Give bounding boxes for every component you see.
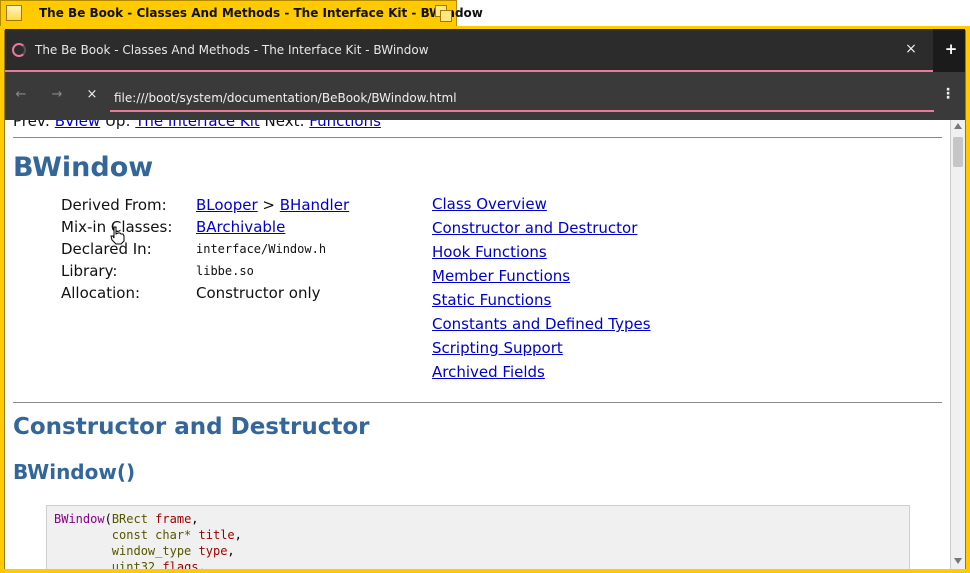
zoom-icon-front bbox=[440, 10, 452, 22]
page-navigation: Prev: BView Up: The Interface Kit Next: … bbox=[13, 120, 381, 130]
declared-value: interface/Window.h bbox=[196, 242, 327, 256]
url-input[interactable] bbox=[110, 86, 934, 112]
section-title: Constructor and Destructor bbox=[13, 414, 370, 440]
stop-button[interactable]: × bbox=[84, 87, 100, 102]
derived-link-blooper[interactable]: BLooper bbox=[196, 196, 258, 214]
toc-link[interactable]: Static Functions bbox=[432, 291, 551, 309]
browser-tab[interactable]: The Be Book - Classes And Methods - The … bbox=[5, 29, 933, 72]
code-type: window_type bbox=[111, 544, 192, 558]
new-tab-button[interactable]: + bbox=[943, 40, 959, 58]
menu-button[interactable]: ⋮ bbox=[941, 86, 955, 102]
allocation-value: Constructor only bbox=[196, 284, 321, 302]
scrollbar-thumb[interactable] bbox=[953, 137, 963, 167]
divider bbox=[13, 402, 942, 403]
code-type: const char* bbox=[111, 528, 192, 542]
tab-bar: The Be Book - Classes And Methods - The … bbox=[5, 29, 965, 72]
navigation-bar: ← → × ⋮ bbox=[5, 72, 965, 120]
scroll-down-icon[interactable] bbox=[954, 558, 962, 564]
window-zoom-button[interactable] bbox=[435, 5, 453, 23]
next-label: Next: bbox=[259, 120, 310, 130]
toc-link[interactable]: Constructor and Destructor bbox=[432, 219, 637, 237]
loading-spinner-icon bbox=[12, 43, 26, 57]
allocation-label: Allocation: bbox=[61, 284, 140, 302]
code-block: BWindow(BRect frame, const char* title, … bbox=[46, 505, 910, 569]
up-link[interactable]: The Interface Kit bbox=[135, 120, 259, 130]
code-param: title bbox=[198, 528, 235, 542]
toc-link[interactable]: Class Overview bbox=[432, 195, 547, 213]
derived-separator: > bbox=[257, 196, 280, 214]
prev-label: Prev: bbox=[13, 120, 55, 130]
code-type: BRect bbox=[111, 512, 148, 526]
code-param: flags bbox=[162, 560, 199, 569]
tab-close-button[interactable]: × bbox=[903, 41, 919, 57]
prev-link[interactable]: BView bbox=[55, 120, 100, 130]
derived-link-bhandler[interactable]: BHandler bbox=[280, 196, 349, 214]
scroll-up-icon[interactable] bbox=[954, 123, 962, 129]
vertical-scrollbar[interactable] bbox=[950, 120, 965, 569]
code-function: BWindow bbox=[54, 512, 105, 526]
toc-link[interactable]: Member Functions bbox=[432, 267, 570, 285]
toc-link[interactable]: Constants and Defined Types bbox=[432, 315, 651, 333]
code-param: frame bbox=[155, 512, 192, 526]
declared-label: Declared In: bbox=[61, 240, 152, 258]
page-content[interactable]: Prev: BView Up: The Interface Kit Next: … bbox=[5, 120, 950, 569]
window-title: The Be Book - Classes And Methods - The … bbox=[39, 6, 483, 20]
mixin-link[interactable]: BArchivable bbox=[196, 218, 285, 236]
toc-link[interactable]: Archived Fields bbox=[432, 363, 545, 381]
toc-link[interactable]: Hook Functions bbox=[432, 243, 547, 261]
subsection-title: BWindow() bbox=[13, 460, 136, 484]
tab-title: The Be Book - Classes And Methods - The … bbox=[35, 43, 429, 57]
library-value: libbe.so bbox=[196, 264, 254, 278]
next-link[interactable]: Functions bbox=[309, 120, 381, 130]
divider bbox=[13, 137, 942, 138]
up-label: Up: bbox=[100, 120, 136, 130]
window-close-button[interactable] bbox=[6, 5, 22, 21]
code-type: uint32 bbox=[111, 560, 156, 569]
toc-link[interactable]: Scripting Support bbox=[432, 339, 563, 357]
code-param: type bbox=[198, 544, 228, 558]
page-title: BWindow bbox=[13, 152, 154, 183]
hand-cursor-icon bbox=[110, 226, 125, 245]
window-tab[interactable]: The Be Book - Classes And Methods - The … bbox=[0, 0, 483, 26]
library-label: Library: bbox=[61, 262, 118, 280]
forward-button[interactable]: → bbox=[49, 87, 65, 102]
derived-label: Derived From: bbox=[61, 196, 167, 214]
back-button[interactable]: ← bbox=[13, 87, 29, 102]
